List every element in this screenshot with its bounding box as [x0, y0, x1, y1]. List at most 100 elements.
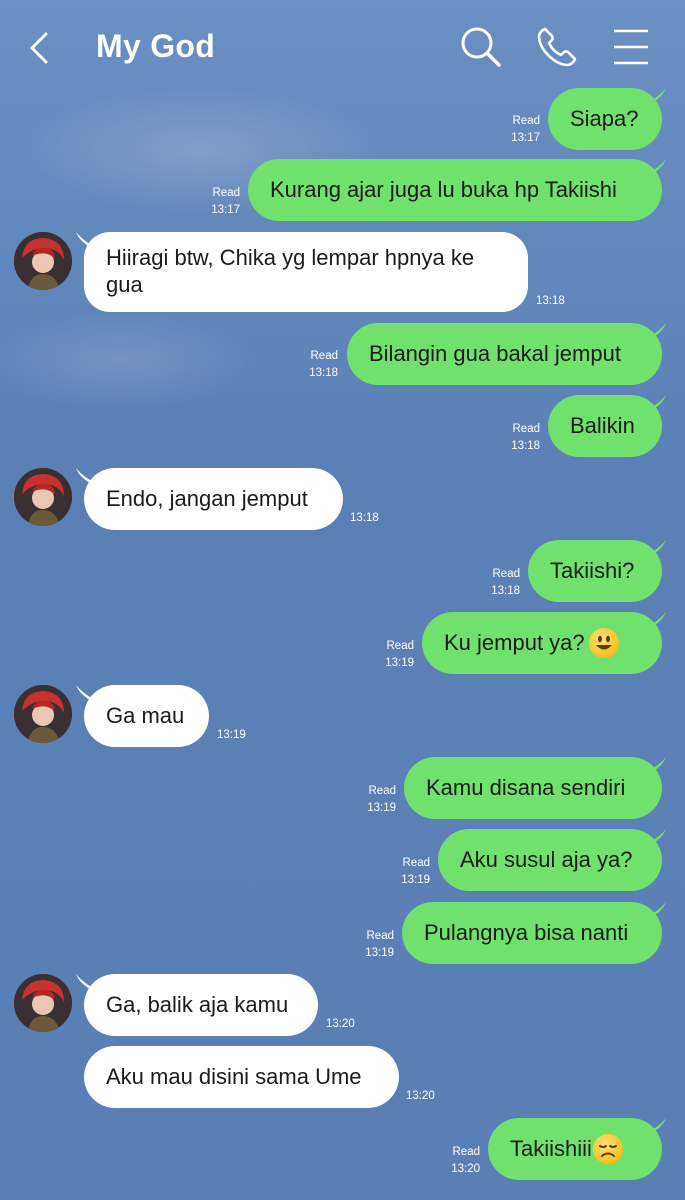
outgoing-message[interactable]: Takiishi? — [528, 540, 662, 602]
message-meta: Read 13:17 — [500, 113, 540, 147]
incoming-message[interactable]: Hiiragi btw, Chika yg lempar hpnya ke gu… — [84, 232, 528, 312]
message-time: 13:20 — [326, 1018, 355, 1030]
message-time: 13:18 — [491, 585, 520, 597]
message-time: 13:20 — [406, 1090, 435, 1102]
read-status: Read — [368, 785, 397, 797]
message-text: Pulangnya bisa nanti — [424, 920, 629, 945]
bubble-tail — [76, 232, 98, 248]
bubble-tail — [644, 829, 666, 845]
phone-icon — [537, 27, 577, 67]
message-time: 13:20 — [451, 1163, 480, 1175]
message-meta: Read 13:19 — [374, 638, 414, 672]
message-text: Kurang ajar juga lu buka hp Takiishi — [270, 177, 617, 202]
message-text: Endo, jangan jemput — [106, 486, 308, 511]
avatar-image — [14, 232, 72, 290]
message-meta: 13:20 — [326, 1016, 366, 1033]
message-meta: Read 13:18 — [500, 421, 540, 455]
hamburger-menu-icon — [614, 29, 648, 65]
contact-avatar[interactable] — [14, 685, 72, 743]
read-status: Read — [212, 187, 241, 199]
message-meta: Read 13:20 — [440, 1144, 480, 1178]
message-time: 13:19 — [385, 657, 414, 669]
message-time: 13:18 — [536, 295, 565, 307]
outgoing-message[interactable]: Aku susul aja ya? — [438, 829, 662, 891]
chevron-left-icon — [30, 32, 48, 64]
message-text: Siapa? — [570, 106, 639, 131]
message-text: Ga, balik aja kamu — [106, 992, 289, 1017]
read-status: Read — [512, 423, 541, 435]
bubble-tail — [644, 88, 666, 104]
message-text: Ga mau — [106, 703, 185, 728]
menu-button[interactable] — [608, 24, 654, 70]
message-text: Aku mau disini sama Ume — [106, 1064, 362, 1089]
contact-avatar[interactable] — [14, 468, 72, 526]
avatar-image — [14, 974, 72, 1032]
search-icon — [461, 27, 501, 67]
disappointed-face-icon — [592, 1134, 623, 1164]
message-time: 13:18 — [350, 512, 379, 524]
message-text: Balikin — [570, 413, 635, 438]
read-status: Read — [452, 1146, 481, 1158]
bubble-tail — [644, 395, 666, 411]
outgoing-message[interactable]: Ku jemput ya? — [422, 612, 662, 674]
message-text: Takiishi? — [550, 558, 635, 583]
chat-header: My God — [0, 0, 685, 96]
incoming-message[interactable]: Ga, balik aja kamu — [84, 974, 318, 1036]
message-time: 13:19 — [367, 802, 396, 814]
incoming-message[interactable]: Endo, jangan jemput — [84, 468, 343, 530]
back-button[interactable] — [22, 28, 62, 68]
bubble-tail — [644, 1118, 666, 1134]
message-time: 13:19 — [401, 874, 430, 886]
message-meta: 13:18 — [536, 293, 576, 310]
message-time: 13:17 — [511, 132, 540, 144]
outgoing-message[interactable]: Kurang ajar juga lu buka hp Takiishi — [248, 159, 662, 221]
message-text: Takiishiii — [510, 1136, 592, 1161]
message-meta: Read 13:19 — [390, 855, 430, 889]
message-time: 13:19 — [217, 729, 246, 741]
message-text: Aku susul aja ya? — [460, 847, 633, 872]
bubble-tail — [76, 685, 98, 701]
message-text: Hiiragi btw, Chika yg lempar hpnya ke gu… — [106, 245, 475, 297]
message-time: 13:18 — [511, 440, 540, 452]
message-text: Kamu disana sendiri — [426, 775, 626, 800]
message-meta: Read 13:18 — [298, 348, 338, 382]
bubble-tail — [644, 159, 666, 175]
bubble-tail — [76, 974, 98, 990]
bubble-tail — [644, 540, 666, 556]
message-meta: Read 13:19 — [354, 928, 394, 962]
read-status: Read — [310, 350, 339, 362]
avatar-image — [14, 468, 72, 526]
contact-avatar[interactable] — [14, 232, 72, 290]
message-time: 13:18 — [309, 367, 338, 379]
bubble-tail — [644, 757, 666, 773]
outgoing-message[interactable]: Takiishiii — [488, 1118, 662, 1180]
read-status: Read — [386, 640, 415, 652]
read-status: Read — [512, 115, 541, 127]
message-meta: Read 13:18 — [480, 566, 520, 600]
bubble-tail — [76, 468, 98, 484]
outgoing-message[interactable]: Kamu disana sendiri — [404, 757, 662, 819]
outgoing-message[interactable]: Bilangin gua bakal jemput — [347, 323, 662, 385]
bubble-tail — [644, 612, 666, 628]
bubble-tail — [644, 902, 666, 918]
message-meta: 13:19 — [217, 727, 257, 744]
call-button[interactable] — [534, 24, 580, 70]
read-status: Read — [366, 930, 395, 942]
message-meta: 13:18 — [350, 510, 390, 527]
search-button[interactable] — [458, 24, 504, 70]
message-meta: 13:20 — [406, 1088, 446, 1105]
incoming-message[interactable]: Aku mau disini sama Ume — [84, 1046, 399, 1108]
bubble-tail — [644, 323, 666, 339]
outgoing-message[interactable]: Pulangnya bisa nanti — [402, 902, 662, 964]
message-time: 13:19 — [365, 947, 394, 959]
read-status: Read — [402, 857, 431, 869]
message-text: Bilangin gua bakal jemput — [369, 341, 621, 366]
chat-title: My God — [96, 28, 216, 64]
smiley-face-icon — [588, 628, 619, 658]
contact-avatar[interactable] — [14, 974, 72, 1032]
avatar-image — [14, 685, 72, 743]
message-text: Ku jemput ya? — [444, 630, 585, 655]
read-status: Read — [492, 568, 521, 580]
message-meta: Read 13:19 — [356, 783, 396, 817]
incoming-message[interactable]: Ga mau — [84, 685, 209, 747]
